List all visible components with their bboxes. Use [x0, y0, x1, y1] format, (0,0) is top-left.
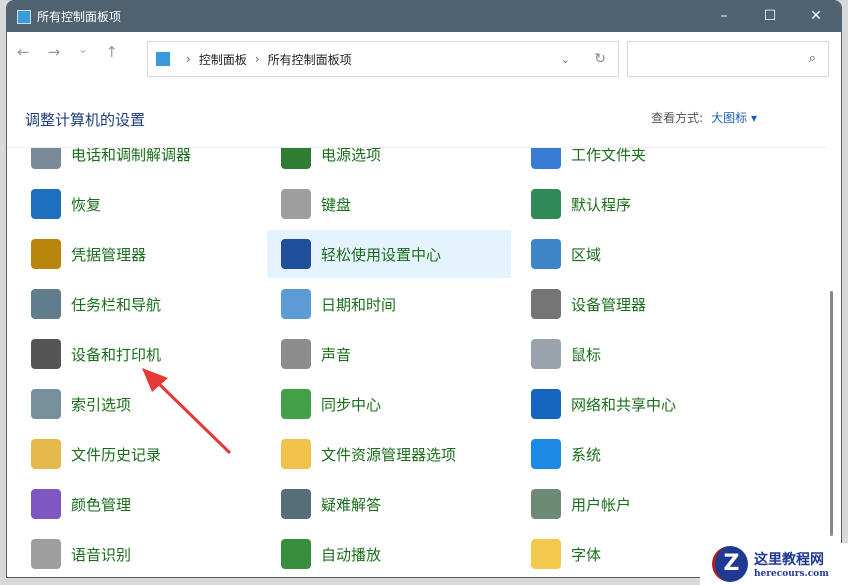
watermark-icon: Z	[712, 546, 748, 582]
watermark-url: herecours.com	[754, 569, 829, 579]
watermark-logo: Z 这里教程网herecours.com	[700, 543, 848, 585]
watermark-title: 这里教程网	[754, 549, 829, 569]
annotation-arrow	[0, 0, 848, 585]
